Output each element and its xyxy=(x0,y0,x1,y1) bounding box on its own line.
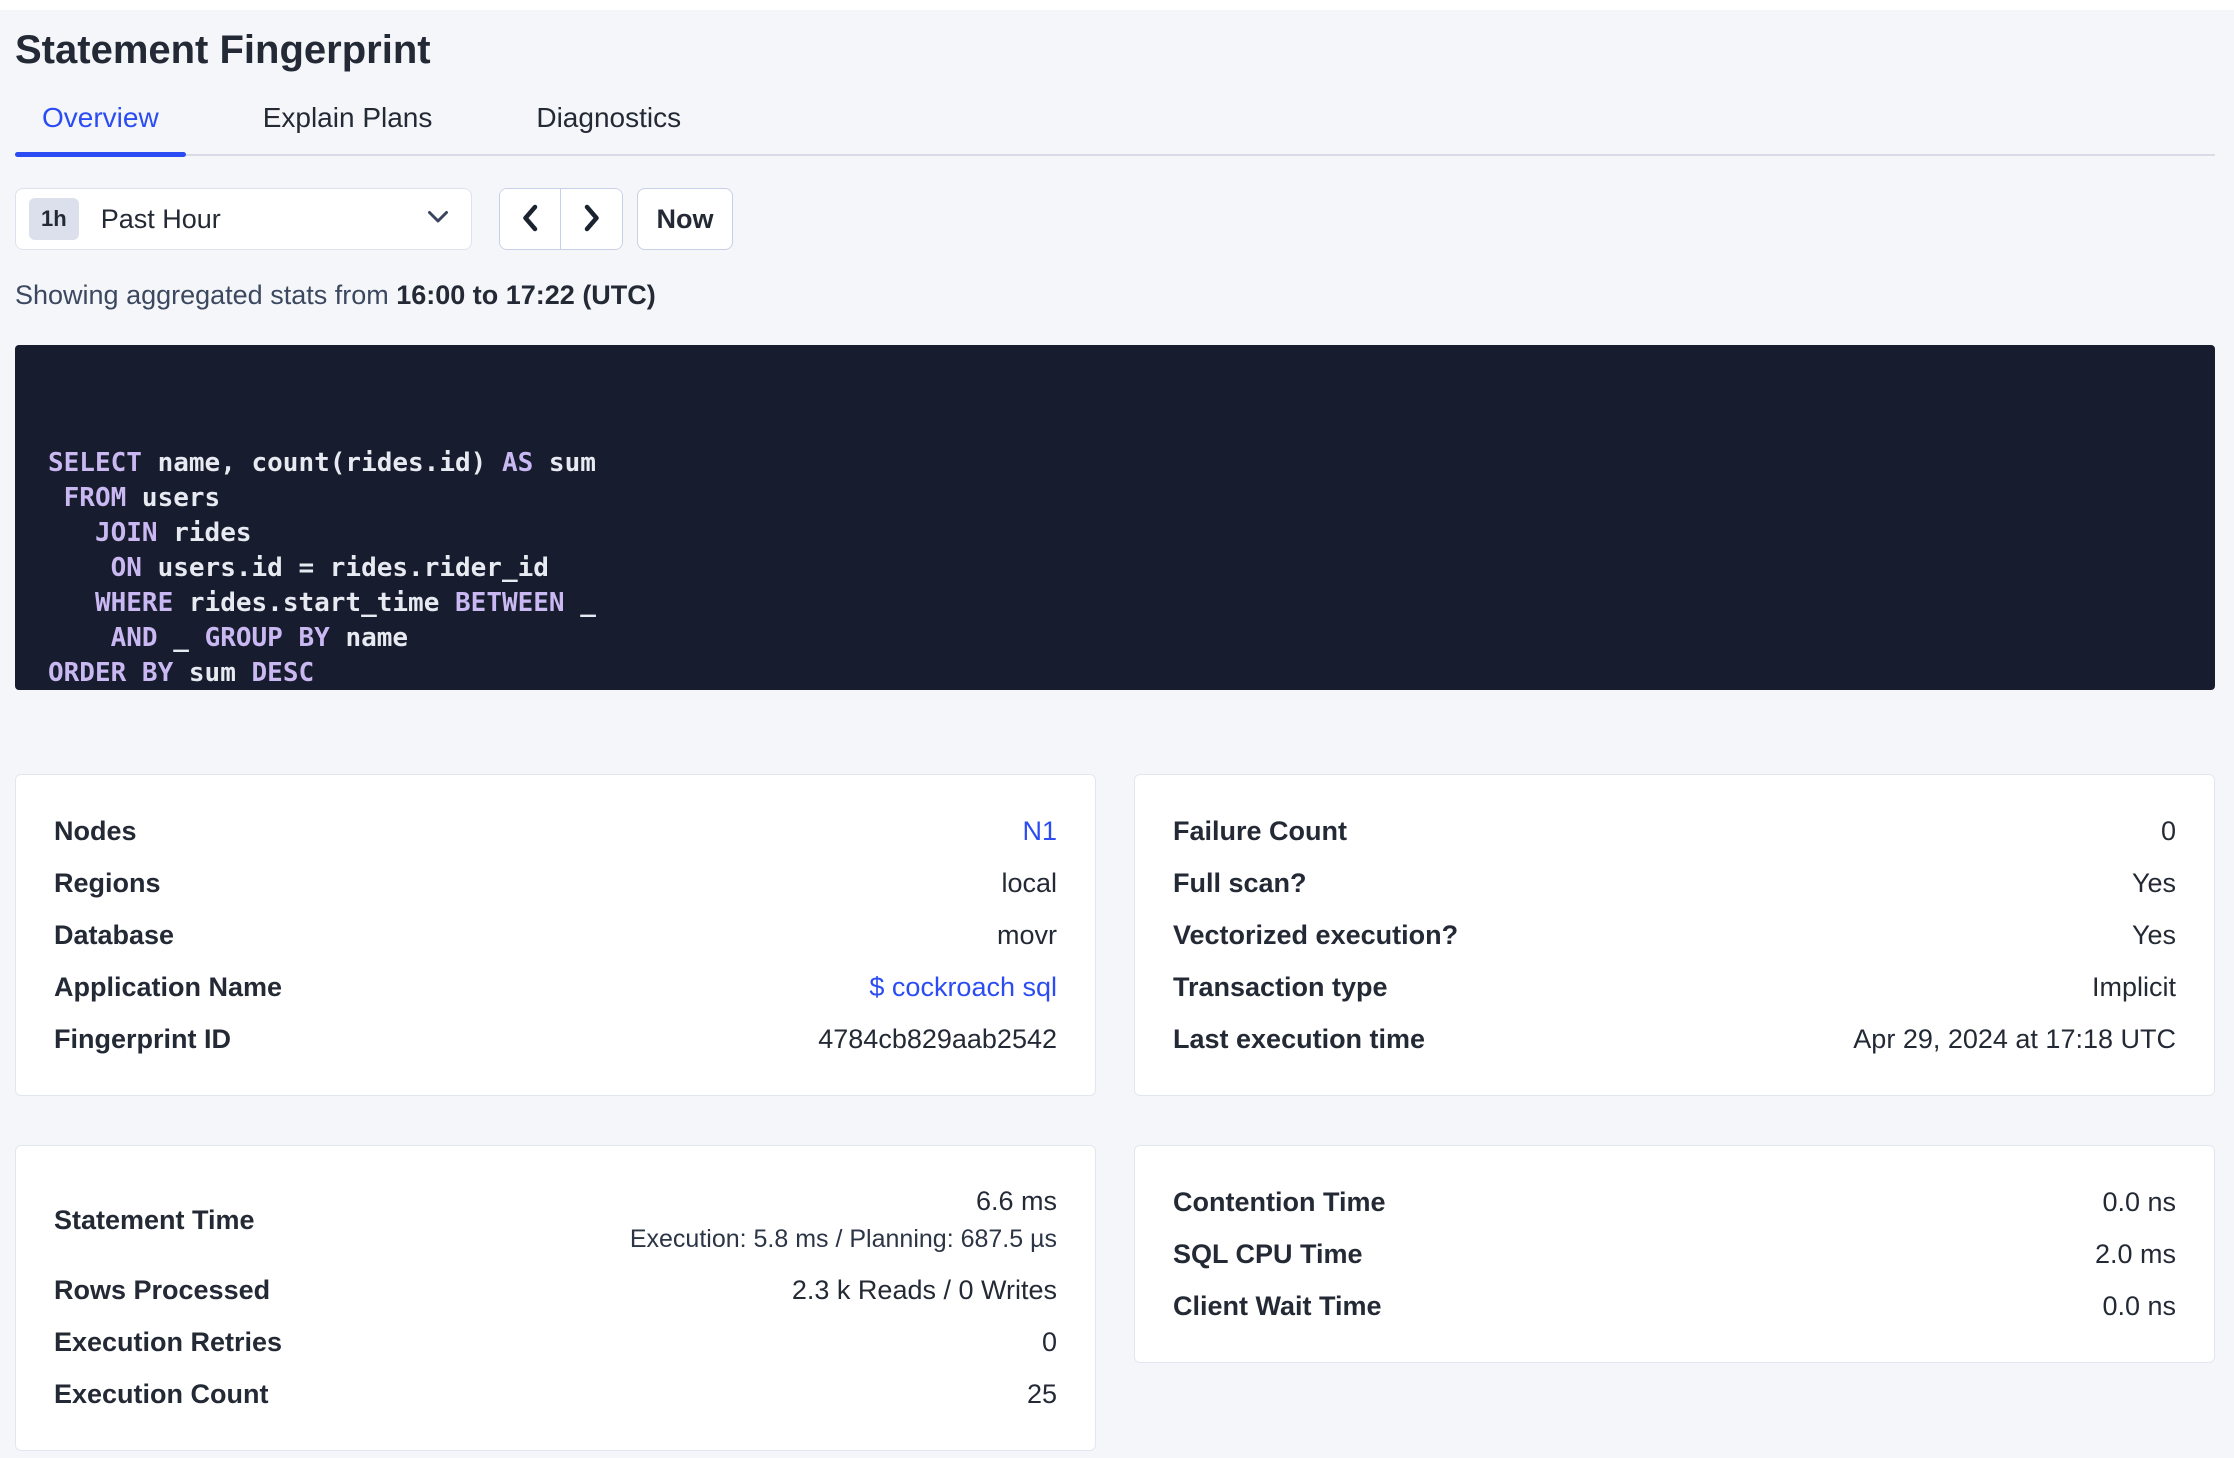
application-name-value-link[interactable]: $ cockroach sql xyxy=(869,972,1057,1003)
row-contention-time: Contention Time 0.0 ns xyxy=(1173,1176,2176,1228)
row-execution-count: Execution Count 25 xyxy=(54,1368,1057,1420)
execution-count-value: 25 xyxy=(1026,1378,1057,1409)
statement-time-card: Statement Time 6.6 ms Execution: 5.8 ms … xyxy=(15,1145,1096,1451)
client-wait-time-label: Client Wait Time xyxy=(1173,1290,1382,1321)
sql-line: FROM users xyxy=(63,483,221,513)
previous-time-button[interactable] xyxy=(500,189,561,249)
row-full-scan: Full scan? Yes xyxy=(1173,857,2176,909)
row-rows-processed: Rows Processed 2.3 k Reads / 0 Writes xyxy=(54,1264,1057,1316)
time-step-buttons xyxy=(499,188,623,250)
statement-time-label: Statement Time xyxy=(54,1204,255,1235)
regions-value: local xyxy=(1001,867,1057,898)
time-range-picker[interactable]: 1h Past Hour xyxy=(15,188,472,250)
page-content: Statement Fingerprint Overview Explain P… xyxy=(0,28,2234,1451)
execution-retries-label: Execution Retries xyxy=(54,1326,283,1357)
transaction-type-label: Transaction type xyxy=(1173,971,1388,1002)
row-database: Database movr xyxy=(54,909,1057,961)
contention-time-value: 0.0 ns xyxy=(2102,1186,2176,1217)
row-last-execution-time: Last execution time Apr 29, 2024 at 17:1… xyxy=(1173,1013,2176,1065)
failure-count-label: Failure Count xyxy=(1173,815,1347,846)
stats-line-range: 16:00 to 17:22 (UTC) xyxy=(396,280,656,310)
time-toolbar: 1h Past Hour Now xyxy=(15,188,2215,250)
sql-statement-box: SELECT name, count(rides.id) AS sum FROM… xyxy=(15,345,2215,690)
stats-line-prefix: Showing aggregated stats from xyxy=(15,280,397,310)
fingerprint-id-label: Fingerprint ID xyxy=(54,1023,231,1054)
sql-line: ON users.id = rides.rider_id xyxy=(110,553,549,583)
sql-line: WHERE rides.start_time BETWEEN _ xyxy=(94,588,596,618)
now-button[interactable]: Now xyxy=(637,188,733,250)
row-fingerprint-id: Fingerprint ID 4784cb829aab2542 xyxy=(54,1013,1057,1065)
row-execution-retries: Execution Retries 0 xyxy=(54,1316,1057,1368)
statement-details-card: Nodes N1 Regions local Database movr App… xyxy=(15,774,1096,1096)
vectorized-execution-value: Yes xyxy=(2131,919,2176,950)
database-label: Database xyxy=(54,919,175,950)
tab-explain-plans[interactable]: Explain Plans xyxy=(236,102,460,154)
sql-cpu-time-label: SQL CPU Time xyxy=(1173,1238,1363,1269)
chevron-down-icon xyxy=(427,210,449,229)
nodes-value-link[interactable]: N1 xyxy=(1022,816,1057,847)
tab-diagnostics[interactable]: Diagnostics xyxy=(509,102,708,154)
execution-attributes-card: Failure Count 0 Full scan? Yes Vectorize… xyxy=(1134,774,2215,1096)
row-nodes: Nodes N1 xyxy=(54,805,1057,857)
rows-processed-label: Rows Processed xyxy=(54,1274,271,1305)
aggregated-stats-line: Showing aggregated stats from 16:00 to 1… xyxy=(15,280,2215,311)
row-statement-time: Statement Time 6.6 ms Execution: 5.8 ms … xyxy=(54,1176,1057,1264)
next-time-button[interactable] xyxy=(561,189,622,249)
sql-cpu-time-value: 2.0 ms xyxy=(2094,1238,2176,1269)
application-name-label: Application Name xyxy=(54,971,283,1002)
tab-overview[interactable]: Overview xyxy=(15,102,186,157)
transaction-type-value: Implicit xyxy=(2091,971,2176,1002)
sql-line: ORDER BY sum DESC xyxy=(48,658,315,688)
time-window-badge: 1h xyxy=(29,198,79,240)
chevron-left-icon xyxy=(519,203,541,236)
row-transaction-type: Transaction type Implicit xyxy=(1173,961,2176,1013)
fingerprint-id-value: 4784cb829aab2542 xyxy=(818,1023,1057,1054)
sql-line: JOIN rides xyxy=(94,518,252,548)
sql-line: SELECT name, count(rides.id) AS sum xyxy=(48,448,596,478)
chevron-right-icon xyxy=(581,203,603,236)
last-execution-time-value: Apr 29, 2024 at 17:18 UTC xyxy=(1853,1023,2176,1054)
client-wait-time-value: 0.0 ns xyxy=(2102,1290,2176,1321)
statement-time-value-stack: 6.6 ms Execution: 5.8 ms / Planning: 687… xyxy=(630,1180,1057,1260)
wait-time-card: Contention Time 0.0 ns SQL CPU Time 2.0 … xyxy=(1134,1145,2215,1363)
vectorized-execution-label: Vectorized execution? xyxy=(1173,919,1459,950)
statement-time-breakdown: Execution: 5.8 ms / Planning: 687.5 µs xyxy=(629,1225,1057,1253)
row-vectorized-execution: Vectorized execution? Yes xyxy=(1173,909,2176,961)
execution-count-label: Execution Count xyxy=(54,1378,269,1409)
rows-processed-value: 2.3 k Reads / 0 Writes xyxy=(791,1274,1057,1305)
full-scan-label: Full scan? xyxy=(1173,867,1307,898)
regions-label: Regions xyxy=(54,867,161,898)
statement-time-value: 6.6 ms xyxy=(975,1186,1057,1216)
sql-code: SELECT name, count(rides.id) AS sum FROM… xyxy=(48,446,2185,690)
row-sql-cpu-time: SQL CPU Time 2.0 ms xyxy=(1173,1228,2176,1280)
row-failure-count: Failure Count 0 xyxy=(1173,805,2176,857)
execution-retries-value: 0 xyxy=(1041,1326,1057,1357)
failure-count-value: 0 xyxy=(2160,815,2176,846)
time-window-label: Past Hour xyxy=(100,203,221,234)
performance-cards-row: Statement Time 6.6 ms Execution: 5.8 ms … xyxy=(15,1145,2215,1451)
top-strip xyxy=(0,0,2234,10)
last-execution-time-label: Last execution time xyxy=(1173,1023,1426,1054)
row-client-wait-time: Client Wait Time 0.0 ns xyxy=(1173,1280,2176,1332)
database-value: movr xyxy=(997,919,1057,950)
row-application-name: Application Name $ cockroach sql xyxy=(54,961,1057,1013)
nodes-label: Nodes xyxy=(54,815,137,846)
summary-cards-row: Nodes N1 Regions local Database movr App… xyxy=(15,774,2215,1096)
row-regions: Regions local xyxy=(54,857,1057,909)
full-scan-value: Yes xyxy=(2131,867,2176,898)
page-title: Statement Fingerprint xyxy=(15,28,431,72)
sql-line: AND _ GROUP BY name xyxy=(110,623,409,653)
tab-bar: Overview Explain Plans Diagnostics xyxy=(15,102,2215,157)
contention-time-label: Contention Time xyxy=(1173,1186,1386,1217)
